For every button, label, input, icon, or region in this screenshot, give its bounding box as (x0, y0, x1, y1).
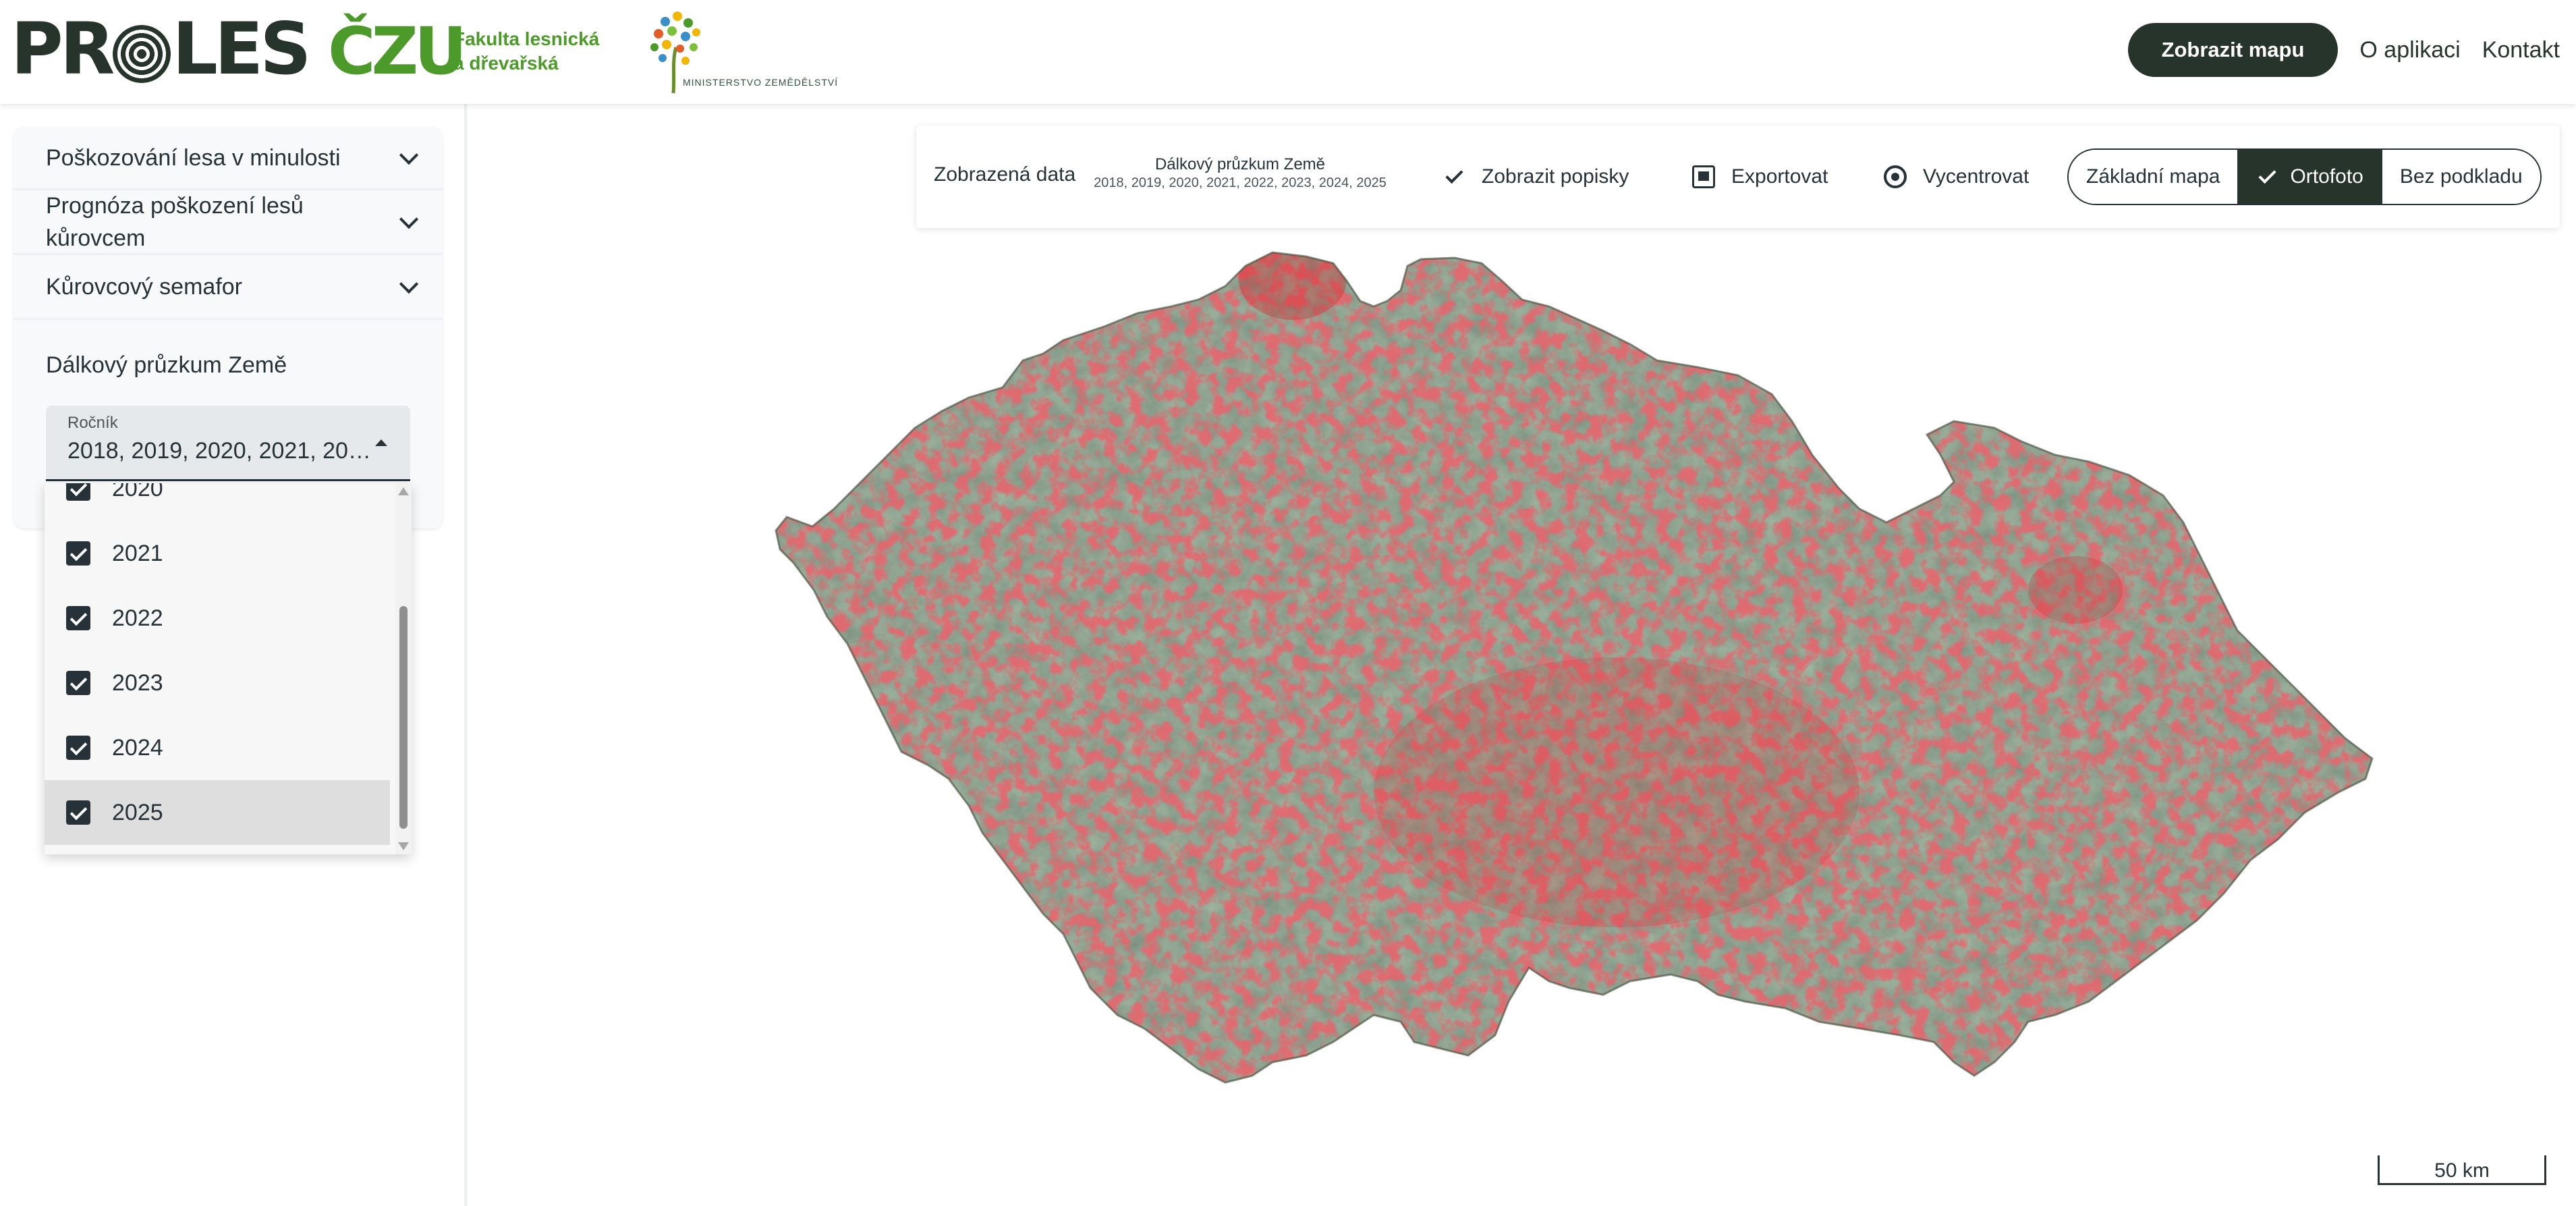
export-button[interactable]: Exportovat (1692, 158, 1828, 196)
accordion-label: Kůrovcový semafor (46, 273, 242, 300)
checkbox-checked-icon[interactable] (66, 541, 90, 566)
displayed-data-title: Dálkový průzkum Země (1154, 155, 1326, 173)
ministry-logo[interactable]: MINISTERSTVO ZEMĚDĚLSTVÍ (638, 7, 841, 94)
proles-logo-text: PR LES (11, 7, 312, 90)
accordion-past-damage[interactable]: Poškozování lesa v minulosti (13, 127, 443, 190)
top-nav: Zobrazit mapu O aplikaci Kontakt (2127, 23, 2560, 77)
scroll-up-arrow-icon[interactable] (398, 487, 409, 495)
fingerprint-ring-icon (113, 25, 171, 84)
faculty-name: Fakulta lesnická a dřevařská (453, 27, 599, 76)
displayed-data-label: Zobrazená data (934, 163, 1076, 186)
option-2022[interactable]: 2022 (45, 586, 390, 651)
option-label: 2023 (112, 669, 163, 696)
app-header: PR LES ČZU Fakulta lesnická a dřevařská M… (0, 0, 2576, 104)
option-label: 2022 (112, 605, 163, 631)
about-link[interactable]: O aplikaci (2359, 37, 2460, 63)
option-2020[interactable]: 2020 (45, 483, 390, 521)
basemap-toggle: Základní mapa Ortofoto Bez podkladu (2067, 148, 2542, 205)
map-scale-bar: 50 km (2378, 1155, 2546, 1185)
faculty-line-2: a dřevařská (453, 53, 559, 74)
checkbox-checked-icon[interactable] (66, 800, 90, 825)
accordion-label: Prognóza poškození lesů kůrovcem (46, 192, 304, 251)
center-button[interactable]: Vycentrovat (1884, 158, 2029, 196)
accordion-bark-beetle-semaphore[interactable]: Kůrovcový semafor (13, 255, 443, 320)
checkbox-checked-icon[interactable] (66, 606, 90, 630)
basemap-option-none[interactable]: Bez podkladu (2380, 150, 2540, 204)
year-select-label: Ročník (67, 414, 118, 432)
layer-accordion: Poškozování lesa v minulosti Prognóza po… (13, 127, 443, 528)
ministry-name: MINISTERSTVO ZEMĚDĚLSTVÍ (683, 77, 839, 88)
option-2023[interactable]: 2023 (45, 651, 390, 715)
year-select-value: 2018, 2019, 2020, 2021, 20… (67, 438, 371, 464)
map-canvas[interactable]: 50 km (470, 104, 2576, 1206)
scrollbar-thumb[interactable] (399, 606, 408, 829)
year-dropdown-list: 2020 2021 2022 2023 2024 2025 (45, 483, 412, 854)
checkbox-checked-icon[interactable] (66, 483, 90, 501)
option-label: 2020 (112, 483, 163, 501)
dropdown-scrollbar[interactable] (395, 483, 412, 854)
map-scale-label: 50 km (2434, 1159, 2490, 1182)
option-2025[interactable]: 2025 (45, 780, 390, 845)
basemap-option-ortho[interactable]: Ortofoto (2237, 150, 2381, 204)
proles-logo[interactable]: PR LES (11, 7, 312, 90)
option-2024[interactable]: 2024 (45, 715, 390, 780)
option-label: 2024 (112, 734, 163, 761)
check-icon (2256, 167, 2276, 187)
option-2021[interactable]: 2021 (45, 521, 390, 586)
option-label: 2025 (112, 799, 163, 825)
check-icon (1443, 165, 1465, 188)
czu-logo[interactable]: ČZU Fakulta lesnická a dřevařská (328, 13, 599, 89)
chevron-down-icon (399, 209, 419, 229)
checkbox-checked-icon[interactable] (66, 671, 90, 695)
show-labels-label: Zobrazit popisky (1482, 165, 1629, 188)
export-label: Exportovat (1731, 165, 1828, 188)
displayed-data-years: 2018, 2019, 2020, 2021, 2022, 2023, 2024… (1094, 175, 1387, 190)
option-label: 2021 (112, 540, 163, 566)
center-label: Vycentrovat (1923, 165, 2029, 188)
czu-mark: ČZU (328, 13, 467, 89)
czechia-orthophoto-map (775, 251, 2374, 1084)
caret-up-icon (375, 439, 387, 446)
chevron-down-icon (399, 145, 419, 165)
crosshair-icon (1884, 165, 1907, 188)
map-toolbar: Zobrazená data Dálkový průzkum Země 2018… (916, 126, 2560, 228)
checkbox-checked-icon[interactable] (66, 736, 90, 760)
chevron-down-icon (399, 274, 419, 294)
contact-link[interactable]: Kontakt (2482, 37, 2560, 63)
year-select[interactable]: Ročník 2018, 2019, 2020, 2021, 20… (46, 406, 410, 481)
scroll-down-arrow-icon[interactable] (398, 842, 409, 850)
basemap-option-base[interactable]: Základní mapa (2069, 150, 2238, 204)
accordion-bark-beetle-forecast[interactable]: Prognóza poškození lesů kůrovcem (13, 190, 443, 255)
accordion-label: Poškozování lesa v minulosti (46, 144, 341, 171)
displayed-data-info: Dálkový průzkum Země 2018, 2019, 2020, 2… (1078, 155, 1402, 191)
show-map-button[interactable]: Zobrazit mapu (2127, 23, 2339, 77)
section-title: Dálkový průzkum Země (46, 352, 287, 378)
show-labels-button[interactable]: Zobrazit popisky (1443, 158, 1629, 196)
basemap-option-ortho-label: Ortofoto (2290, 165, 2363, 188)
faculty-line-1: Fakulta lesnická (453, 28, 600, 49)
export-image-icon (1692, 165, 1715, 188)
